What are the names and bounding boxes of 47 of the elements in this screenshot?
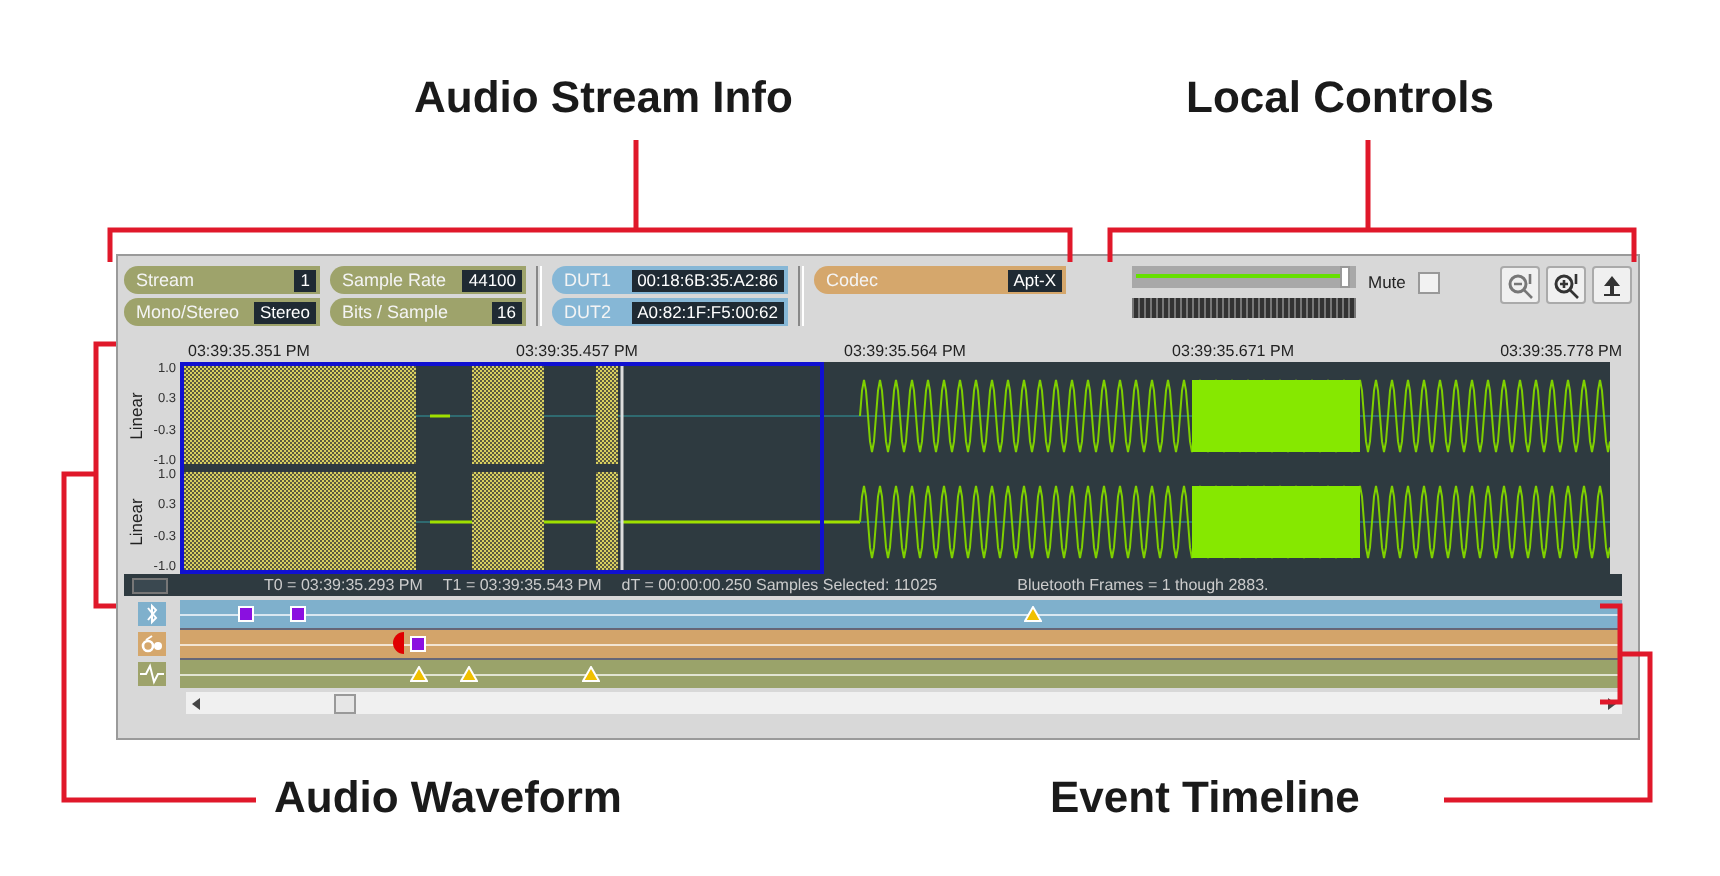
scale-label: Linear [126, 391, 146, 439]
zoom-out-icon [1505, 271, 1534, 299]
field-label: Stream [136, 270, 195, 290]
mute-label: Mute [1368, 272, 1406, 292]
field-value: 00:18:6B:35:A2:86 [631, 269, 784, 291]
volume-slider[interactable] [1132, 266, 1356, 288]
pin-icon [1601, 273, 1622, 297]
field-value: Stereo [253, 301, 316, 323]
time-label: 03:39:35.351 PM [188, 341, 310, 359]
field-value: 1 [294, 269, 316, 291]
toggle-button[interactable] [132, 577, 168, 593]
zoom-out-button[interactable] [1499, 266, 1540, 304]
time-label: 03:39:35.564 PM [844, 341, 966, 359]
time-label: 03:39:35.778 PM [1500, 341, 1622, 359]
field-label: Mono/Stereo [136, 302, 240, 322]
field-label: DUT1 [564, 270, 612, 290]
scroll-right-icon[interactable] [1608, 697, 1616, 709]
pulse-icon [138, 662, 166, 686]
horizontal-scrollbar[interactable] [186, 692, 1622, 714]
bluetooth-icon [138, 602, 166, 626]
callout-label: Audio Waveform [274, 772, 622, 824]
mute-checkbox[interactable] [1417, 272, 1440, 294]
zoom-in-button[interactable] [1545, 266, 1586, 304]
callout-label: Local Controls [1186, 72, 1495, 124]
status-text: T1 = 03:39:35.543 PM [442, 576, 602, 594]
scroll-left-icon[interactable] [192, 697, 200, 709]
field-label: Codec [826, 270, 879, 290]
field-label: DUT2 [564, 302, 612, 322]
field-value: A0:82:1F:F5:00:62 [631, 301, 784, 323]
field-value: 44100 [462, 269, 522, 291]
status-text: Bluetooth Frames = 1 though 2883. [1017, 576, 1269, 594]
status-text: T0 = 03:39:35.293 PM [264, 576, 423, 594]
circles-icon [138, 632, 166, 656]
scroll-thumb[interactable] [333, 693, 355, 713]
callout-label: Event Timeline [1050, 772, 1360, 824]
field-value: Apt-X [1007, 269, 1062, 291]
time-label: 03:39:35.671 PM [1172, 341, 1294, 359]
field-value: 16 [491, 301, 522, 323]
status-text: dT = 00:00:00.250 Samples Selected: 11025 [621, 576, 938, 594]
pin-button[interactable] [1591, 266, 1632, 304]
field-label: Sample Rate [342, 270, 447, 290]
callout-label: Audio Stream Info [414, 72, 793, 124]
zoom-in-icon [1551, 271, 1580, 299]
slider-thumb[interactable] [1339, 266, 1350, 288]
field-label: Bits / Sample [342, 302, 449, 322]
time-label: 03:39:35.457 PM [516, 341, 638, 359]
scale-label: Linear [126, 497, 146, 545]
